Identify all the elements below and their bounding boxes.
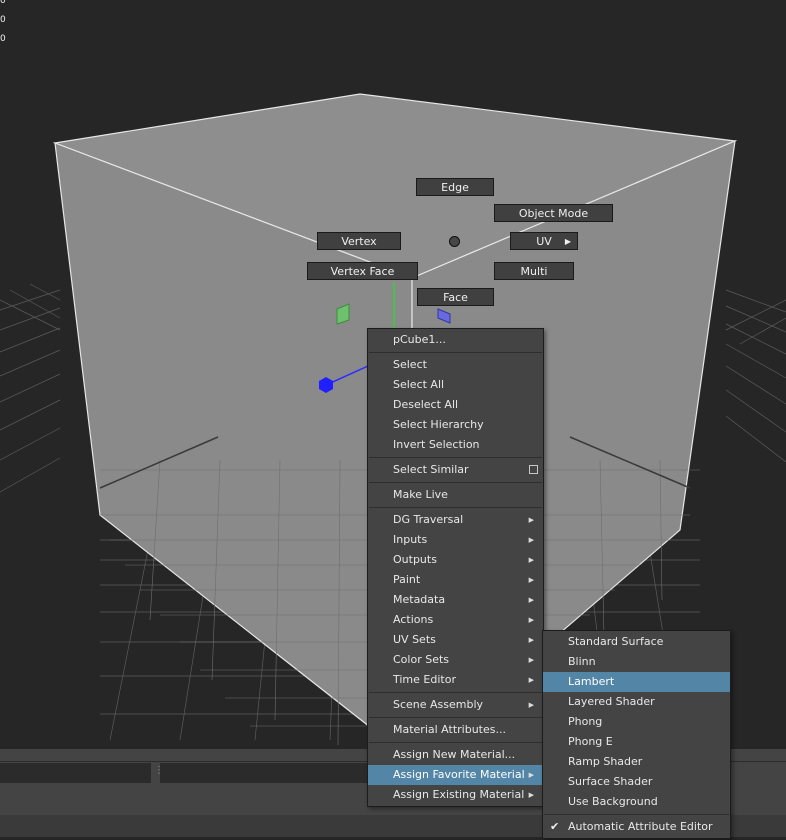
marking-menu-object-mode[interactable]: Object Mode: [494, 204, 613, 222]
menu-item-label: Actions: [393, 613, 434, 626]
menu-separator: [369, 692, 542, 693]
marking-menu-multi[interactable]: Multi: [494, 262, 574, 280]
hud-value: 0: [0, 15, 6, 25]
menu-item-label: Color Sets: [393, 653, 450, 666]
option-box-icon[interactable]: [529, 465, 538, 474]
submenu-arrow-icon: ▶: [528, 791, 534, 799]
menu-item-label: Select Similar: [393, 463, 469, 476]
menu-separator: [369, 742, 542, 743]
menu-item-label: Assign Existing Material: [393, 788, 525, 801]
menu-item-scene-assembly[interactable]: Scene Assembly ▶: [368, 695, 543, 715]
hud-value: 0: [0, 0, 6, 6]
menu-item-label: Automatic Attribute Editor: [568, 820, 713, 833]
menu-item-dg-traversal[interactable]: DG Traversal ▶: [368, 510, 543, 530]
context-menu: pCube1... Select Select All Deselect All…: [367, 328, 544, 807]
submenu-arrow-icon: ▶: [528, 676, 534, 684]
material-item-phong[interactable]: Phong: [543, 712, 730, 732]
menu-item-object[interactable]: pCube1...: [368, 330, 543, 350]
menu-item-invert-selection[interactable]: Invert Selection: [368, 435, 543, 455]
material-item-surface-shader[interactable]: Surface Shader: [543, 772, 730, 792]
material-submenu: Standard Surface Blinn Lambert Layered S…: [542, 630, 731, 839]
material-item-use-background[interactable]: Use Background: [543, 792, 730, 812]
submenu-arrow-icon: ▶: [528, 701, 534, 709]
material-item-standard-surface[interactable]: Standard Surface: [543, 632, 730, 652]
material-item-blinn[interactable]: Blinn: [543, 652, 730, 672]
marking-menu-uv-label: UV: [536, 235, 552, 248]
menu-item-uv-sets[interactable]: UV Sets ▶: [368, 630, 543, 650]
menu-item-select-similar[interactable]: Select Similar: [368, 460, 543, 480]
marking-menu-edge[interactable]: Edge: [416, 178, 494, 196]
menu-item-assign-existing-material[interactable]: Assign Existing Material ▶: [368, 785, 543, 805]
menu-separator: [369, 482, 542, 483]
menu-item-label: Time Editor: [393, 673, 456, 686]
menu-item-select[interactable]: Select: [368, 355, 543, 375]
submenu-arrow-icon: ▶: [528, 596, 534, 604]
menu-item-label: Scene Assembly: [393, 698, 484, 711]
submenu-arrow-icon: ▶: [528, 616, 534, 624]
menu-item-assign-favorite-material[interactable]: Assign Favorite Material ▶: [368, 765, 543, 785]
submenu-arrow-icon: ▶: [528, 771, 534, 779]
menu-separator: [544, 814, 729, 815]
marking-menu-vertex-face[interactable]: Vertex Face: [307, 262, 418, 280]
menu-item-select-hierarchy[interactable]: Select Hierarchy: [368, 415, 543, 435]
marking-menu-center: [449, 236, 460, 247]
menu-item-material-attributes[interactable]: Material Attributes...: [368, 720, 543, 740]
marking-menu-vertex[interactable]: Vertex: [317, 232, 401, 250]
menu-item-actions[interactable]: Actions ▶: [368, 610, 543, 630]
menu-item-select-all[interactable]: Select All: [368, 375, 543, 395]
material-item-lambert[interactable]: Lambert: [543, 672, 730, 692]
marking-menu-face[interactable]: Face: [417, 288, 494, 306]
menu-item-time-editor[interactable]: Time Editor ▶: [368, 670, 543, 690]
menu-item-metadata[interactable]: Metadata ▶: [368, 590, 543, 610]
menu-item-label: Assign Favorite Material: [393, 768, 525, 781]
menu-separator: [369, 352, 542, 353]
menu-item-label: Outputs: [393, 553, 437, 566]
menu-item-label: Inputs: [393, 533, 428, 546]
submenu-arrow-icon: ▶: [528, 536, 534, 544]
command-line-input[interactable]: [0, 763, 151, 783]
menu-item-label: Paint: [393, 573, 421, 586]
material-item-phong-e[interactable]: Phong E: [543, 732, 730, 752]
checkmark-icon: ✔: [550, 820, 560, 833]
menu-item-deselect-all[interactable]: Deselect All: [368, 395, 543, 415]
submenu-arrow-icon: ▶: [528, 636, 534, 644]
menu-separator: [369, 457, 542, 458]
submenu-arrow-icon: ▶: [564, 237, 571, 246]
hud-value: 0: [0, 34, 6, 44]
material-item-ramp-shader[interactable]: Ramp Shader: [543, 752, 730, 772]
submenu-arrow-icon: ▶: [528, 576, 534, 584]
menu-item-color-sets[interactable]: Color Sets ▶: [368, 650, 543, 670]
submenu-arrow-icon: ▶: [528, 656, 534, 664]
marking-menu-uv[interactable]: UV ▶: [510, 232, 578, 250]
submenu-arrow-icon: ▶: [528, 556, 534, 564]
submenu-arrow-icon: ▶: [528, 516, 534, 524]
menu-item-label: Metadata: [393, 593, 446, 606]
menu-separator: [369, 507, 542, 508]
menu-item-outputs[interactable]: Outputs ▶: [368, 550, 543, 570]
menu-item-paint[interactable]: Paint ▶: [368, 570, 543, 590]
menu-item-label: UV Sets: [393, 633, 436, 646]
menu-item-inputs[interactable]: Inputs ▶: [368, 530, 543, 550]
menu-item-make-live[interactable]: Make Live: [368, 485, 543, 505]
menu-item-assign-new-material[interactable]: Assign New Material...: [368, 745, 543, 765]
menu-item-label: DG Traversal: [393, 513, 464, 526]
material-item-layered-shader[interactable]: Layered Shader: [543, 692, 730, 712]
menu-item-automatic-attribute-editor[interactable]: ✔ Automatic Attribute Editor: [543, 817, 730, 837]
menu-separator: [369, 717, 542, 718]
